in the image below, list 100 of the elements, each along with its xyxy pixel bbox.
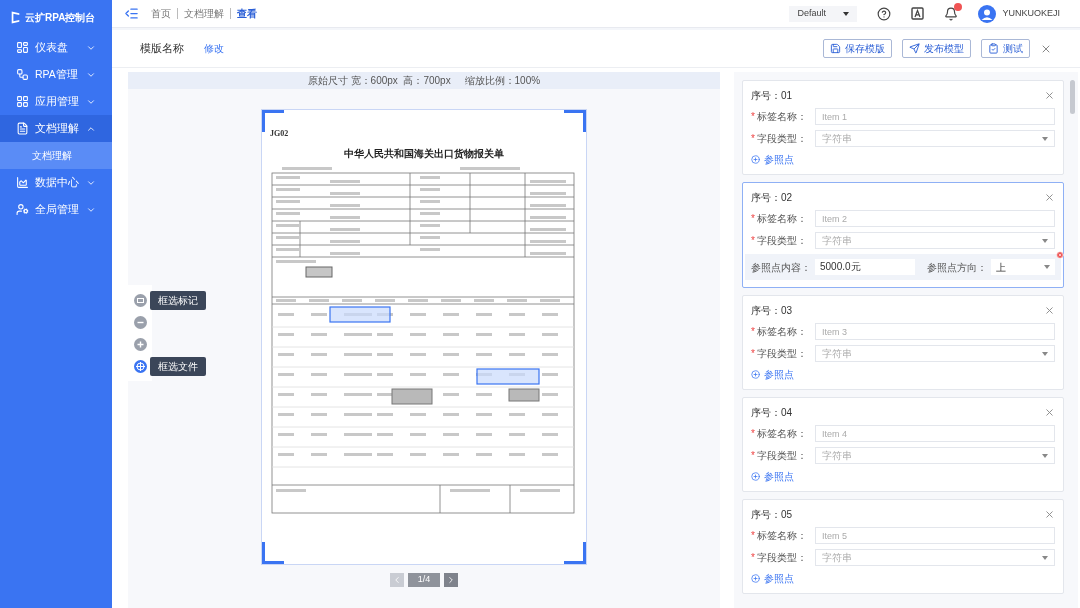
breadcrumb-link[interactable]: 首页 [151, 8, 177, 19]
reference-direction-label: 参照点方向： [927, 260, 987, 275]
label-name-input[interactable]: Item 3 [815, 323, 1055, 340]
close-icon[interactable] [1044, 90, 1055, 101]
form-code: JG02 [270, 128, 289, 140]
action-button[interactable]: 保存模版 [823, 39, 892, 58]
nav-item[interactable]: 数据中心 [0, 169, 112, 196]
field-card[interactable]: 序号：02 * 标签名称： Item 2 * 字段类型： 字符串 参照点内容： 5000.0元 参照点方向： 上 [742, 182, 1064, 288]
label-name-input[interactable]: Item 5 [815, 527, 1055, 544]
sequence-label: 序号：05 [751, 508, 793, 522]
label-name-input[interactable]: Item 4 [815, 425, 1055, 442]
field-label: 字段类型： [756, 234, 807, 248]
brand-name: 云扩RPA控制台 [25, 10, 96, 25]
field-card[interactable]: 序号：05 * 标签名称： Item 5 * 字段类型： 字符串 参照点 [742, 499, 1064, 594]
required-mark: * [751, 110, 755, 124]
add-icon [751, 472, 760, 481]
field-label: 标签名称： [756, 110, 807, 124]
required-mark: * [751, 551, 755, 565]
field-card[interactable]: 序号：03 * 标签名称： Item 3 * 字段类型： 字符串 参照点 [742, 295, 1064, 390]
save-icon [830, 43, 841, 54]
chevron-right-icon [446, 575, 456, 585]
user-icon [16, 203, 29, 216]
breadcrumb-link[interactable]: 文档理解 [177, 8, 230, 19]
frame-corner-icon [262, 110, 284, 132]
caret-icon [1042, 453, 1048, 458]
grid-icon [16, 95, 29, 108]
frame-corner-icon [262, 542, 284, 564]
next-page-button[interactable] [444, 573, 458, 587]
field-type-select[interactable]: 字符串 [815, 232, 1055, 249]
field-type-select[interactable]: 字符串 [815, 447, 1055, 464]
sequence-label: 序号：04 [751, 406, 793, 420]
add-reference-link[interactable]: 参照点 [764, 152, 794, 167]
avatar[interactable] [978, 4, 997, 23]
close-icon[interactable] [1044, 305, 1055, 316]
page-title: 模版名称 [140, 41, 184, 57]
required-mark: * [751, 212, 755, 226]
caret-icon [1044, 265, 1050, 269]
field-label: 字段类型： [756, 449, 807, 463]
edit-link[interactable]: 修改 [204, 41, 224, 56]
add-reference-link[interactable]: 参照点 [764, 469, 794, 484]
frame-corner-icon [564, 110, 586, 132]
required-mark: * [751, 449, 755, 463]
nav-subitem[interactable]: 文档理解 [0, 142, 112, 169]
nav-item[interactable]: 仪表盘 [0, 34, 112, 61]
tooltip: 框选标记 [150, 291, 206, 310]
label-name-input[interactable]: Item 2 [815, 210, 1055, 227]
zoom-out-icon[interactable] [133, 315, 147, 329]
close-icon[interactable] [1044, 407, 1055, 418]
field-label: 标签名称： [756, 212, 807, 226]
nav-item[interactable]: 应用管理 [0, 88, 112, 115]
label-name-input[interactable]: Item 1 [815, 108, 1055, 125]
reference-content-input[interactable]: 5000.0元 [815, 259, 915, 275]
clipboard-icon [988, 43, 999, 54]
nav-item[interactable]: RPA管理 [0, 61, 112, 88]
caret-icon [1042, 136, 1048, 141]
help-icon[interactable] [877, 6, 892, 21]
caret-icon [843, 11, 850, 16]
add-reference-link[interactable]: 参照点 [764, 571, 794, 586]
field-type-select[interactable]: 字符串 [815, 345, 1055, 362]
reference-content-label: 参照点内容： [751, 260, 811, 275]
send-icon [909, 43, 920, 54]
frame-corner-icon [564, 542, 586, 564]
field-label: 字段类型： [756, 132, 807, 146]
field-card[interactable]: 序号：04 * 标签名称： Item 4 * 字段类型： 字符串 参照点 [742, 397, 1064, 492]
zoom-in-icon[interactable] [133, 337, 147, 351]
translate-icon[interactable] [911, 7, 925, 20]
logo-icon [10, 9, 21, 25]
direction-select[interactable]: 上 [991, 259, 1055, 275]
nav-item[interactable]: 全局管理 [0, 196, 112, 223]
close-icon[interactable] [1044, 509, 1055, 520]
remove-icon[interactable] [1056, 251, 1064, 259]
sequence-label: 序号：03 [751, 304, 793, 318]
action-button[interactable]: 发布模型 [902, 39, 971, 58]
required-mark: * [751, 347, 755, 361]
nav-item[interactable]: 文档理解 [0, 115, 112, 142]
field-type-select[interactable]: 字符串 [815, 549, 1055, 566]
sequence-label: 序号：01 [751, 89, 793, 103]
required-mark: * [751, 529, 755, 543]
notification-icon[interactable] [944, 6, 959, 21]
page-indicator: 1/4 [408, 573, 440, 587]
sequence-label: 序号：02 [751, 191, 793, 205]
close-icon[interactable] [1044, 192, 1055, 203]
required-mark: * [751, 234, 755, 248]
mark-tool-icon[interactable] [133, 293, 147, 307]
tooltip: 框选文件 [150, 357, 206, 376]
field-label: 标签名称： [756, 529, 807, 543]
required-mark: * [751, 427, 755, 441]
dashboard-icon [16, 41, 29, 54]
action-button[interactable]: 测试 [981, 39, 1030, 58]
form-title: 中华人民共和国海关出口货物报关单 [344, 147, 504, 161]
notification-badge [954, 2, 963, 11]
add-icon [751, 155, 760, 164]
file-tool-icon[interactable] [133, 359, 147, 373]
theme-select[interactable]: Default [789, 5, 858, 22]
breadcrumb-link[interactable]: 查看 [230, 8, 263, 19]
menu-icon[interactable] [124, 6, 139, 21]
caret-icon [1042, 351, 1048, 356]
add-reference-link[interactable]: 参照点 [764, 367, 794, 382]
field-type-select[interactable]: 字符串 [815, 130, 1055, 147]
field-card[interactable]: 序号：01 * 标签名称： Item 1 * 字段类型： 字符串 参照点 [742, 80, 1064, 175]
